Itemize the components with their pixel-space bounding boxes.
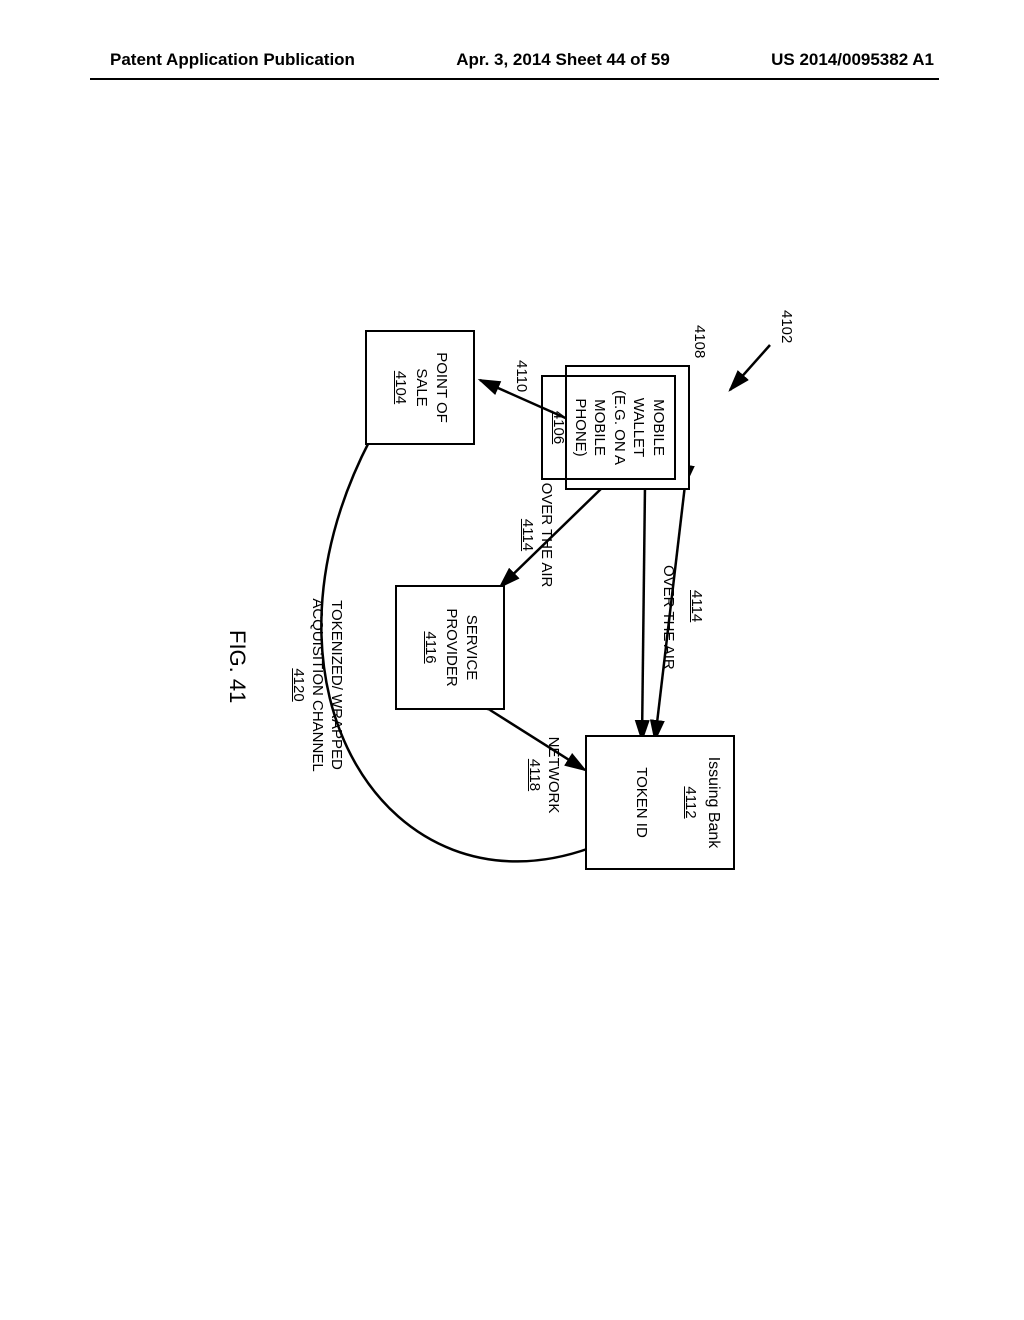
service-provider-box: SERVICE PROVIDER 4116: [395, 585, 505, 710]
ref-4108: 4108: [689, 325, 708, 358]
header-left: Patent Application Publication: [110, 50, 355, 70]
over-the-air-label-2: OVER THE AIR 4114: [518, 480, 556, 590]
ref-4114-top-num: 4114: [686, 590, 705, 622]
mobile-wallet-num: 4106: [549, 411, 569, 444]
header-right: US 2014/0095382 A1: [771, 50, 934, 70]
ref-4110: 4110: [511, 360, 530, 392]
pos-line2: SALE: [412, 332, 432, 443]
service-provider-line2: PROVIDER: [442, 587, 462, 708]
mobile-wallet-box: MOBILE WALLET (E.G. ON A MOBILE PHONE) 4…: [541, 375, 676, 480]
service-provider-num: 4116: [421, 631, 441, 663]
token-id-label: TOKEN ID: [631, 737, 651, 868]
issuing-bank-box: Issuing Bank 4112 TOKEN ID: [585, 735, 735, 870]
pos-num: 4104: [391, 371, 411, 404]
over-the-air-2-num: 4114: [518, 519, 537, 551]
network-num: 4118: [525, 759, 544, 791]
tokenized-label: TOKENIZED/ WRAPPED ACQUISITION CHANNEL 4…: [289, 580, 345, 790]
ref-4114-top: 4114: [686, 590, 705, 622]
header-center: Apr. 3, 2014 Sheet 44 of 59: [456, 50, 670, 70]
service-provider-line1: SERVICE: [462, 587, 482, 708]
network-text: NETWORK: [543, 730, 562, 820]
point-of-sale-box: POINT OF SALE 4104: [365, 330, 475, 445]
issuing-bank-title: Issuing Bank: [702, 737, 723, 868]
over-the-air-2-text: OVER THE AIR: [536, 480, 555, 590]
issuing-bank-num: 4112: [681, 786, 701, 818]
figure-label: FIG. 41: [224, 630, 250, 703]
pos-line1: POINT OF: [432, 332, 452, 443]
tokenized-line1: TOKENIZED/ WRAPPED: [326, 580, 345, 790]
mobile-wallet-line2: (E.G. ON A: [610, 379, 630, 476]
tokenized-line2: ACQUISITION CHANNEL: [308, 580, 327, 790]
mobile-wallet-line1: MOBILE WALLET: [629, 379, 668, 476]
over-the-air-label-1: OVER THE AIR: [658, 565, 677, 670]
ref-4102: 4102: [776, 310, 795, 343]
mobile-wallet-line3: MOBILE PHONE): [571, 379, 610, 476]
tokenized-num: 4120: [289, 668, 308, 701]
network-label: NETWORK 4118: [525, 730, 563, 820]
mobile-wallet-container-box: MOBILE WALLET (E.G. ON A MOBILE PHONE) 4…: [565, 365, 690, 490]
figure-diagram: 4102 4108 MOBILE WALLET (E.G. ON A MOBIL…: [120, 310, 830, 890]
header-rule: [90, 78, 939, 80]
